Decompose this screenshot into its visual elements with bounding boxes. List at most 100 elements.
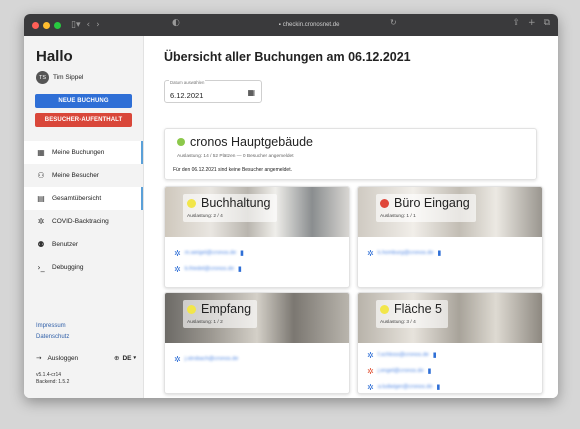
sidebar: Hallo TS Tim Sippel NEUE BUCHUNG BESUCHE… (24, 36, 144, 398)
room-utilization: Auslastung: 3 / 4 (380, 320, 416, 325)
footer-links: Impressum Datenschutz (36, 321, 69, 343)
sidebar-item-label: Debugging (52, 264, 84, 271)
address-bar[interactable]: ▪ checkin.cronosnet.de (224, 19, 394, 31)
calendar-icon[interactable]: ▦ (247, 88, 255, 97)
status-dot (187, 198, 196, 208)
user-name: Tim Sippel (53, 74, 84, 81)
room-card-empfang: Empfang Auslastung: 1 / 2 ✲ j.strobach@c… (164, 292, 350, 394)
room-utilization: Auslastung: 1 / 2 (187, 320, 223, 325)
room-utilization: Auslastung: 1 / 1 (380, 214, 416, 219)
trash-icon[interactable]: ▮ (428, 367, 432, 375)
virus-icon[interactable]: ✲ (367, 249, 374, 258)
room-photo: Büro Eingang Auslastung: 1 / 1 (358, 187, 542, 237)
person-email: k.homburg@cronos.de (377, 250, 434, 256)
trash-icon[interactable]: ▮ (437, 383, 441, 391)
url-text: checkin.cronosnet.de (282, 22, 340, 28)
list-item: ✲ a.ludwiger@cronos.de ▮ (358, 381, 542, 393)
sidebar-item-label: Gesamtübersicht (52, 195, 102, 202)
new-booking-button[interactable]: NEUE BUCHUNG (35, 94, 132, 108)
room-name: Empfang (201, 302, 252, 316)
back-icon[interactable]: ‹ (86, 20, 90, 30)
impressum-link[interactable]: Impressum (36, 321, 69, 332)
location-card: cronos Hauptgebäude Auslastung: 14 / 52 … (164, 128, 537, 180)
virus-icon: ✲ (37, 217, 45, 226)
person-email: f.schloss@cronos.de (377, 352, 429, 358)
room-label: Fläche 5 Auslastung: 3 / 4 (376, 300, 448, 328)
sidebar-toggle-icon[interactable]: ▯▾ (71, 20, 80, 30)
main-content: Übersicht aller Buchungen am 06.12.2021 … (144, 36, 558, 398)
date-picker[interactable]: Datum auswählen 6.12.2021 ▦ (164, 80, 262, 103)
shield-icon[interactable]: ◐ (172, 18, 180, 28)
date-picker-label: Datum auswählen (169, 80, 206, 85)
sidebar-item-label: Meine Buchungen (52, 149, 105, 156)
sidebar-item-meine-buchungen[interactable]: ▦ Meine Buchungen (24, 141, 143, 164)
sidebar-nav: ▦ Meine Buchungen ⚇ Meine Besucher ▤ Ges… (24, 141, 143, 279)
forward-icon[interactable]: › (96, 20, 100, 30)
status-dot (380, 304, 389, 314)
status-dot (380, 198, 389, 208)
list-item: ✲ j.engel@cronos.de ▮ (358, 365, 542, 377)
visitor-stay-button[interactable]: BESUCHER-AUFENTHALT (35, 113, 132, 127)
list-item: ✲ b.friedel@cronos.de ▮ (165, 263, 349, 275)
list-item: ✲ j.strobach@cronos.de (165, 353, 349, 365)
status-dot (187, 304, 196, 314)
location-name: cronos Hauptgebäude (190, 135, 314, 149)
list-item: ✲ f.schloss@cronos.de ▮ (358, 349, 542, 361)
logout-icon[interactable]: → (36, 354, 41, 362)
room-name: Büro Eingang (394, 196, 470, 210)
language-select[interactable]: ⊕ DE ▾ (114, 354, 136, 362)
room-utilization: Auslastung: 2 / 4 (187, 214, 223, 219)
virus-red-icon[interactable]: ✲ (367, 367, 374, 376)
person-email: m.weigel@cronos.de (184, 250, 237, 256)
room-card-buero-eingang: Büro Eingang Auslastung: 1 / 1 ✲ k.hombu… (357, 186, 543, 288)
sidebar-item-gesamtuebersicht[interactable]: ▤ Gesamtübersicht (24, 187, 143, 210)
logout-button[interactable]: Ausloggen (47, 355, 78, 362)
sidebar-item-debugging[interactable]: ›_ Debugging (24, 256, 143, 279)
virus-icon[interactable]: ✲ (367, 383, 374, 392)
trash-icon[interactable]: ▮ (437, 249, 441, 257)
datenschutz-link[interactable]: Datenschutz (36, 332, 69, 343)
person-email: j.strobach@cronos.de (184, 356, 239, 362)
trash-icon[interactable]: ▮ (433, 351, 437, 359)
date-picker-value: 6.12.2021 (170, 91, 204, 100)
user-info: TS Tim Sippel (36, 71, 143, 84)
virus-icon[interactable]: ✲ (174, 265, 181, 274)
minimize-window-button[interactable] (43, 21, 50, 29)
room-photo: Fläche 5 Auslastung: 3 / 4 (358, 293, 542, 343)
sidebar-item-covid-backtracing[interactable]: ✲ COVID-Backtracing (24, 210, 143, 233)
language-value: DE (122, 354, 132, 362)
reload-icon[interactable]: ↻ (390, 18, 397, 27)
globe-icon: ⊕ (114, 354, 120, 362)
sidebar-item-meine-besucher[interactable]: ⚇ Meine Besucher (24, 164, 143, 187)
sidebar-item-label: Meine Besucher (52, 172, 99, 179)
tabs-overview-icon[interactable]: ⧉ (544, 18, 550, 28)
new-tab-icon[interactable]: + (528, 18, 536, 28)
overview-icon: ▤ (37, 194, 45, 203)
close-window-button[interactable] (32, 21, 39, 29)
share-icon[interactable]: ⇪ (512, 18, 520, 28)
virus-icon[interactable]: ✲ (174, 249, 181, 258)
lock-icon: ▪ (278, 22, 281, 28)
terminal-icon: ›_ (37, 263, 45, 272)
sidebar-item-benutzer[interactable]: ⚉ Benutzer (24, 233, 143, 256)
sidebar-item-label: COVID-Backtracing (52, 218, 109, 225)
location-info: Für den 06.12.2021 sind keine Besucher a… (173, 167, 292, 173)
backend-version: Backend: 1.5.2 (36, 378, 70, 385)
person-email: b.friedel@cronos.de (184, 266, 235, 272)
status-dot (177, 138, 185, 146)
virus-icon[interactable]: ✲ (367, 351, 374, 360)
greeting: Hallo (36, 48, 73, 65)
trash-icon[interactable]: ▮ (238, 265, 242, 273)
sidebar-item-label: Benutzer (52, 241, 79, 248)
person-email: j.engel@cronos.de (377, 368, 424, 374)
visitors-icon: ⚇ (37, 171, 45, 180)
calendar-icon: ▦ (37, 148, 45, 157)
browser-titlebar: ▯▾ ‹ › ◐ ▪ checkin.cronosnet.de ↻ ⇪ + ⧉ (24, 14, 558, 36)
trash-icon[interactable]: ▮ (240, 249, 244, 257)
avatar: TS (36, 71, 49, 84)
room-card-flaeche-5: Fläche 5 Auslastung: 3 / 4 ✲ f.schloss@c… (357, 292, 543, 394)
chevron-down-icon: ▾ (133, 355, 136, 361)
logout-row: → Ausloggen ⊕ DE ▾ (36, 354, 136, 362)
zoom-window-button[interactable] (54, 21, 61, 29)
virus-icon[interactable]: ✲ (174, 355, 181, 364)
